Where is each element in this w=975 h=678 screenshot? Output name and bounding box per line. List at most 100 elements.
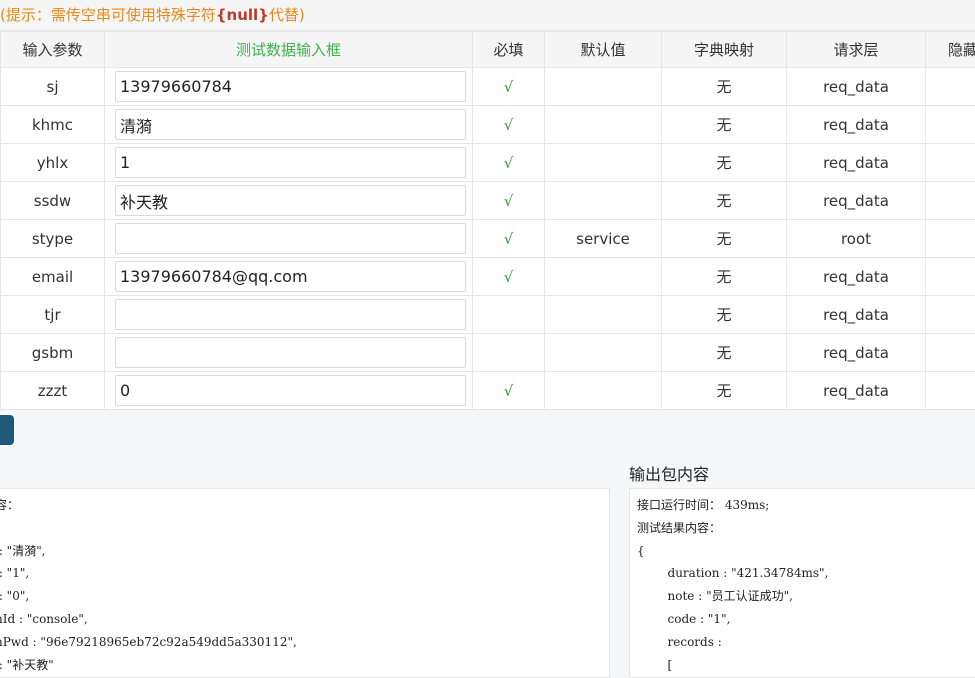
required-mark: √ (473, 258, 545, 296)
test-input-cell (105, 144, 473, 182)
default-value (545, 68, 662, 106)
packet-line: : "清漪", (0, 543, 46, 559)
table-body: sj√无req_datakhmc√无req_datayhlx√无req_data… (1, 68, 975, 410)
request-layer: req_data (787, 106, 926, 144)
table-row: email√无req_data (1, 258, 975, 296)
request-layer: req_data (787, 258, 926, 296)
dict-mapping: 无 (662, 296, 787, 334)
test-input-cell (105, 372, 473, 410)
packet-line: note : "员工认证成功", (637, 588, 793, 604)
dict-mapping: 无 (662, 182, 787, 220)
param-name: gsbm (1, 334, 105, 372)
table-row: yhlx√无req_data (1, 144, 975, 182)
param-name: email (1, 258, 105, 296)
hidden-cell (926, 106, 975, 144)
param-name: ssdw (1, 182, 105, 220)
request-layer: req_data (787, 144, 926, 182)
test-value-input[interactable] (115, 185, 466, 216)
required-mark: √ (473, 372, 545, 410)
default-value (545, 372, 662, 410)
table-row: stype √service无root (1, 220, 975, 258)
run-button[interactable] (0, 415, 14, 445)
required-mark: √ (473, 68, 545, 106)
test-value-input[interactable] (115, 223, 466, 254)
param-name: stype (1, 220, 105, 258)
hint-suffix: 代替) (269, 6, 305, 24)
packet-line: nPwd : "96e79218965eb72c92a549dd5a330112… (0, 634, 297, 650)
required-mark: √ (473, 220, 545, 258)
default-value (545, 296, 662, 334)
packet-line: 测试结果内容： (637, 520, 721, 536)
packet-line: records : (637, 634, 722, 650)
dict-mapping: 无 (662, 334, 787, 372)
hidden-cell (926, 220, 975, 258)
request-layer: req_data (787, 182, 926, 220)
default-value (545, 106, 662, 144)
request-layer: req_data (787, 296, 926, 334)
test-input-cell (105, 296, 473, 334)
dict-mapping: 无 (662, 144, 787, 182)
hint-bar: (提示：需传空串可使用特殊字符{null}代替) (0, 0, 975, 31)
default-value: service (545, 220, 662, 258)
required-mark: √ (473, 106, 545, 144)
test-value-input[interactable] (115, 375, 466, 406)
packet-line: : "0", (0, 588, 29, 604)
output-packet-panel[interactable]: 接口运行时间： 439ms;测试结果内容：{ duration : "421.3… (629, 488, 975, 678)
hint-text: (提示：需传空串可使用特殊字符{null}代替) (0, 4, 305, 25)
required-mark (473, 296, 545, 334)
test-value-input[interactable] (115, 261, 466, 292)
packet-line: code : "1", (637, 611, 730, 627)
table-header-row: 输入参数 测试数据输入框 必填 默认值 字典映射 请求层 隐藏 (1, 32, 975, 68)
test-input-cell (105, 68, 473, 106)
packet-line: nId : "console", (0, 611, 88, 627)
dict-mapping: 无 (662, 68, 787, 106)
input-packet-panel[interactable]: 容： : "清漪", : "1", : "0",nId : "console",… (0, 488, 610, 678)
packet-line: : "1", (0, 565, 29, 581)
packet-line: 接口运行时间： 439ms; (637, 497, 769, 513)
packet-line: { (637, 543, 645, 559)
default-value (545, 334, 662, 372)
test-value-input[interactable] (115, 71, 466, 102)
test-value-input[interactable] (115, 109, 466, 140)
packet-line: : "补天教" (0, 657, 54, 673)
table-row: tjr 无req_data (1, 296, 975, 334)
dict-mapping: 无 (662, 372, 787, 410)
param-name: sj (1, 68, 105, 106)
hidden-cell (926, 68, 975, 106)
hidden-cell (926, 296, 975, 334)
table-row: khmc√无req_data (1, 106, 975, 144)
default-value (545, 144, 662, 182)
output-title: 输出包内容 (629, 461, 709, 485)
header-dict: 字典映射 (662, 32, 787, 68)
dict-mapping: 无 (662, 220, 787, 258)
hint-null-token: {null} (216, 6, 269, 24)
header-test-input: 测试数据输入框 (105, 32, 473, 68)
request-layer: req_data (787, 372, 926, 410)
params-table: 输入参数 测试数据输入框 必填 默认值 字典映射 请求层 隐藏 sj√无req_… (0, 31, 975, 410)
test-input-cell (105, 220, 473, 258)
hidden-cell (926, 182, 975, 220)
test-input-cell (105, 334, 473, 372)
test-input-cell (105, 182, 473, 220)
hidden-cell (926, 372, 975, 410)
test-value-input[interactable] (115, 147, 466, 178)
hidden-cell (926, 334, 975, 372)
test-input-cell (105, 106, 473, 144)
test-value-input[interactable] (115, 299, 466, 330)
header-default: 默认值 (545, 32, 662, 68)
test-value-input[interactable] (115, 337, 466, 368)
header-param: 输入参数 (1, 32, 105, 68)
request-layer: req_data (787, 334, 926, 372)
table-row: sj√无req_data (1, 68, 975, 106)
table-row: zzzt√无req_data (1, 372, 975, 410)
required-mark (473, 334, 545, 372)
param-name: tjr (1, 296, 105, 334)
hint-prefix: (提示：需传空串可使用特殊字符 (0, 6, 216, 24)
param-name: khmc (1, 106, 105, 144)
packet-line: [ (637, 657, 672, 673)
default-value (545, 182, 662, 220)
required-mark: √ (473, 144, 545, 182)
request-layer: root (787, 220, 926, 258)
default-value (545, 258, 662, 296)
hidden-cell (926, 258, 975, 296)
